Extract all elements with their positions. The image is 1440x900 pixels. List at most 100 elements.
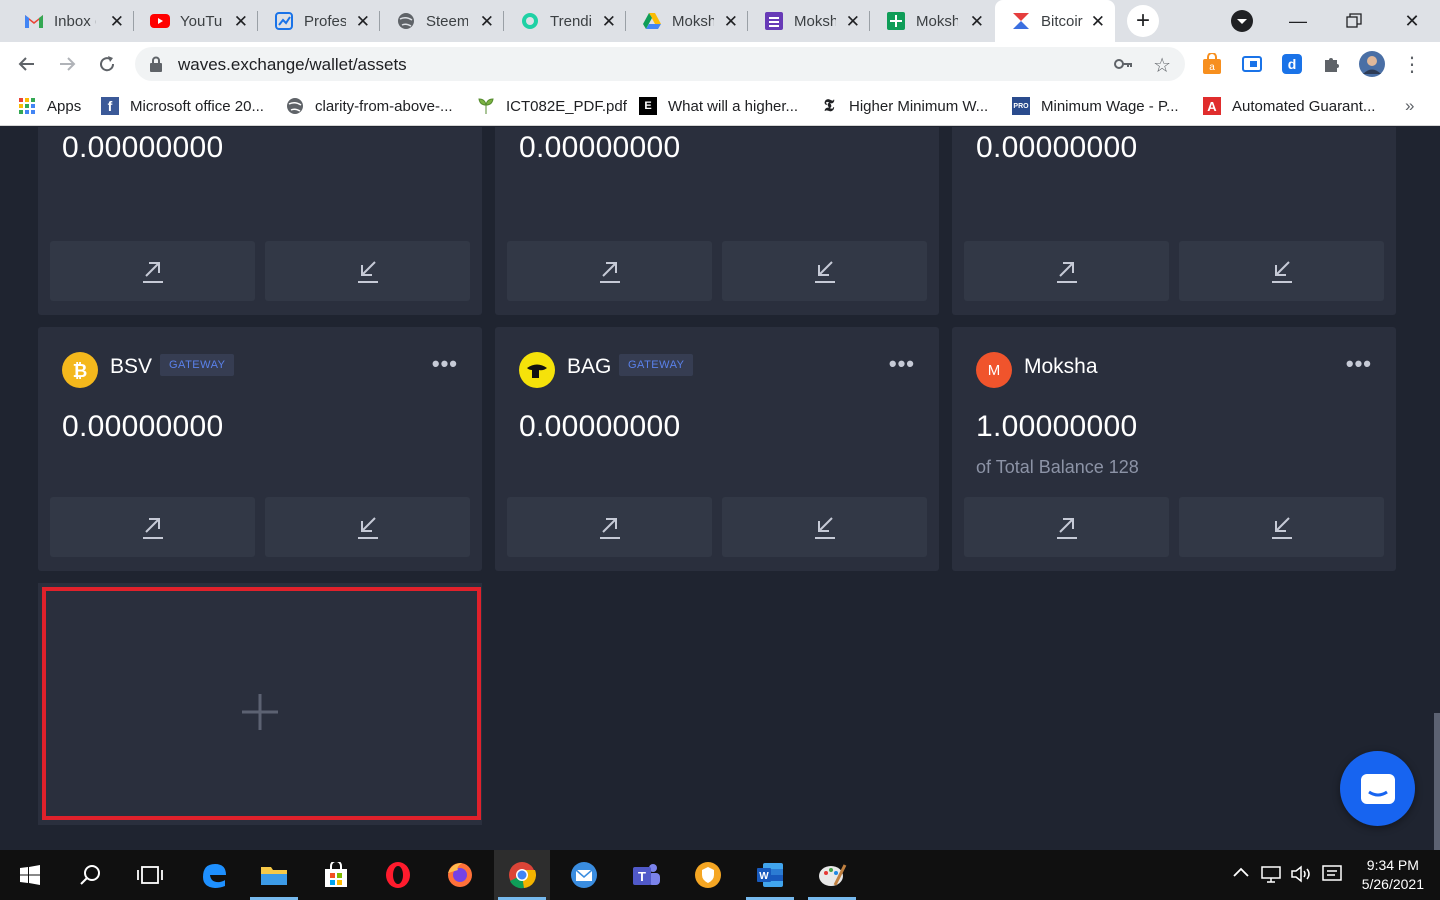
bitcoin-sv-icon: ₿: [62, 352, 98, 388]
action-center-icon[interactable]: [1322, 865, 1342, 887]
reload-button[interactable]: [93, 50, 121, 78]
task-view-button[interactable]: [122, 850, 178, 900]
asset-name: Moksha: [1024, 355, 1098, 378]
tab-moksha-forms[interactable]: Moksh ✕: [748, 0, 870, 42]
more-options-icon[interactable]: •••: [1346, 351, 1372, 377]
more-options-icon[interactable]: •••: [432, 351, 458, 377]
send-button[interactable]: [964, 241, 1169, 301]
taskbar-chrome[interactable]: [494, 850, 550, 900]
send-button[interactable]: [50, 241, 255, 301]
close-tab-icon[interactable]: ✕: [970, 12, 984, 32]
bookmark-minimum-wage[interactable]: PRO Minimum Wage - P...: [1012, 94, 1179, 118]
start-button[interactable]: [2, 850, 58, 900]
tab-bitcoin-waves[interactable]: Bitcoir ✕: [995, 0, 1115, 42]
bookmark-ict082e-pdf[interactable]: ICT082E_PDF.pdf: [477, 94, 627, 118]
receive-button[interactable]: [265, 241, 470, 301]
chat-support-button[interactable]: [1340, 751, 1415, 826]
url-text[interactable]: waves.exchange/wallet/assets: [178, 55, 407, 75]
taskbar-word[interactable]: W: [742, 850, 798, 900]
tab-steem[interactable]: Steem ✕: [380, 0, 504, 42]
taskbar-mail[interactable]: [556, 850, 612, 900]
taskbar-edge[interactable]: [186, 850, 242, 900]
bookmark-automated-guarantee[interactable]: A Automated Guarant...: [1203, 94, 1375, 118]
receive-button[interactable]: [722, 497, 927, 557]
edge-icon: [203, 864, 226, 888]
close-window-button[interactable]: ✕: [1384, 0, 1440, 42]
translate-extension-icon[interactable]: [1240, 52, 1264, 76]
tab-moksha-sheets[interactable]: Moksh ✕: [870, 0, 994, 42]
tab-professional[interactable]: Profes ✕: [258, 0, 380, 42]
tab-search-button[interactable]: [1214, 0, 1270, 42]
taskbar-firefox[interactable]: [432, 850, 488, 900]
receive-button[interactable]: [1179, 497, 1384, 557]
volume-icon[interactable]: [1290, 865, 1312, 887]
send-button[interactable]: [507, 241, 712, 301]
taskbar-file-explorer[interactable]: [246, 850, 302, 900]
system-clock[interactable]: 9:34 PM 5/26/2021: [1362, 856, 1424, 894]
tab-trending[interactable]: Trendi ✕: [504, 0, 626, 42]
bookmark-label: Microsoft office 20...: [130, 97, 264, 115]
network-icon[interactable]: [1260, 865, 1282, 887]
receive-button[interactable]: [265, 497, 470, 557]
close-tab-icon[interactable]: ✕: [724, 12, 738, 32]
dictionary-extension-icon[interactable]: d: [1280, 52, 1304, 76]
bookmark-label: Minimum Wage - P...: [1041, 97, 1179, 115]
key-icon[interactable]: [1113, 55, 1133, 73]
close-tab-icon[interactable]: ✕: [234, 12, 248, 32]
bookmark-microsoft-office[interactable]: f Microsoft office 20...: [101, 94, 264, 118]
send-button[interactable]: [964, 497, 1169, 557]
tab-gmail[interactable]: Inbox ( ✕: [8, 0, 134, 42]
scrollbar-thumb[interactable]: [1434, 713, 1440, 850]
tab-moksha-drive[interactable]: Moksh ✕: [626, 0, 748, 42]
close-tab-icon[interactable]: ✕: [110, 12, 124, 32]
plus-icon[interactable]: [240, 692, 280, 732]
close-tab-icon[interactable]: ✕: [480, 12, 494, 32]
receive-button[interactable]: [722, 241, 927, 301]
plus-icon: +: [1135, 7, 1150, 34]
send-button[interactable]: [507, 497, 712, 557]
chrome-icon: [509, 862, 536, 889]
search-button[interactable]: [62, 850, 118, 900]
bookmark-label: Automated Guarant...: [1232, 97, 1376, 115]
receive-button[interactable]: [1179, 241, 1384, 301]
new-tab-button[interactable]: +: [1127, 5, 1159, 37]
minimize-button[interactable]: —: [1270, 0, 1326, 42]
forward-button[interactable]: [53, 50, 81, 78]
bookmark-apps[interactable]: Apps: [18, 94, 81, 118]
asset-balance: 0.00000000: [519, 410, 681, 443]
honey-extension-icon[interactable]: a: [1200, 52, 1224, 76]
more-bookmarks-button[interactable]: »: [1405, 94, 1414, 118]
close-tab-icon[interactable]: ✕: [356, 12, 370, 32]
leaf-icon: [477, 97, 495, 115]
svg-text:T: T: [638, 869, 646, 884]
gmail-icon: [24, 11, 44, 31]
send-button[interactable]: [50, 497, 255, 557]
more-options-icon[interactable]: •••: [889, 351, 915, 377]
reload-icon: [100, 56, 115, 72]
bookmark-star-icon[interactable]: ☆: [1153, 53, 1171, 78]
tab-youtube[interactable]: YouTul ✕: [134, 0, 258, 42]
taskbar-paint[interactable]: [804, 850, 860, 900]
add-asset-card[interactable]: [38, 583, 482, 825]
bag-token-icon: [519, 352, 555, 388]
address-bar[interactable]: waves.exchange/wallet/assets ☆: [135, 47, 1185, 81]
taskbar-teams[interactable]: T: [618, 850, 674, 900]
close-tab-icon[interactable]: ✕: [602, 12, 616, 32]
taskbar-opera[interactable]: [370, 850, 426, 900]
bookmark-clarity[interactable]: clarity-from-above-...: [286, 94, 453, 118]
close-tab-icon[interactable]: ✕: [1091, 12, 1105, 32]
taskbar-vpn[interactable]: [680, 850, 736, 900]
facebook-icon: f: [101, 97, 119, 115]
lock-icon[interactable]: [149, 56, 163, 72]
bookmark-higher-wage[interactable]: E What will a higher...: [639, 94, 798, 118]
profile-avatar[interactable]: [1358, 50, 1386, 78]
show-hidden-icons[interactable]: [1232, 865, 1250, 883]
back-button[interactable]: [13, 50, 41, 78]
restore-button[interactable]: [1326, 0, 1382, 42]
bookmark-higher-minimum[interactable]: 𝕿 Higher Minimum W...: [820, 94, 988, 118]
close-tab-icon[interactable]: ✕: [846, 12, 860, 32]
puzzle-extensions-icon[interactable]: [1320, 52, 1344, 76]
steemit-icon: [520, 11, 540, 31]
taskbar-store[interactable]: [308, 850, 364, 900]
more-menu-icon[interactable]: ⋮: [1400, 52, 1424, 76]
